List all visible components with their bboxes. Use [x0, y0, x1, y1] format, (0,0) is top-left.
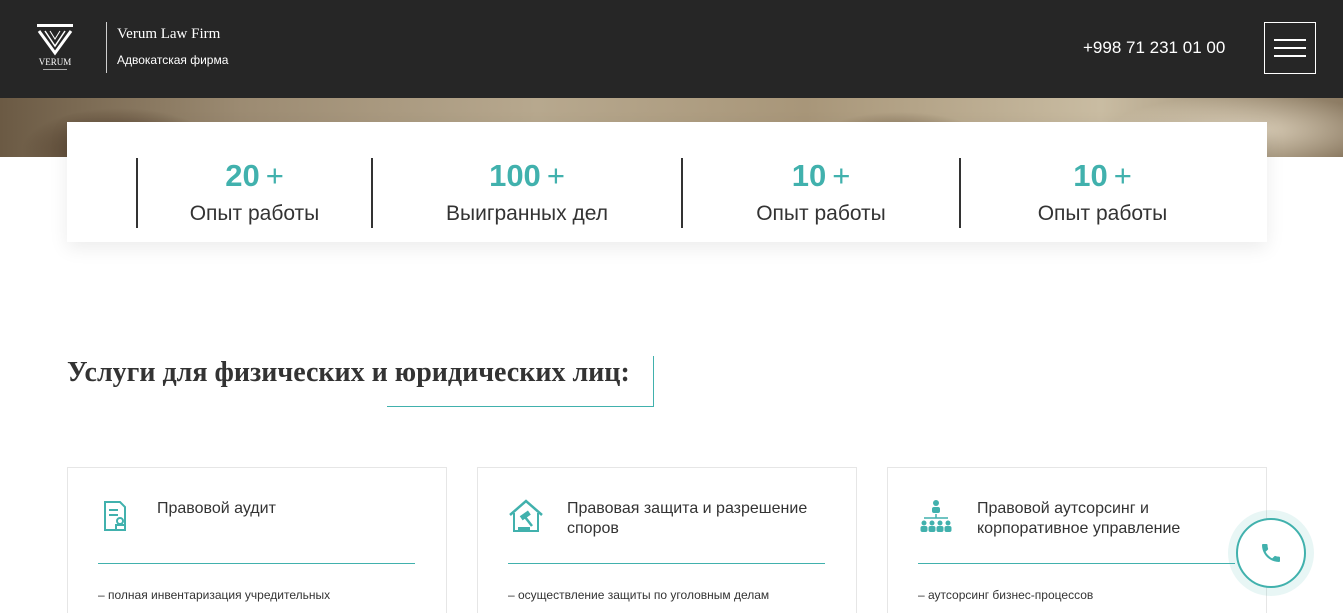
service-card-audit[interactable]: Правовой аудит – полная инвентаризация у…: [67, 467, 447, 613]
logo[interactable]: VERUM: [33, 22, 77, 74]
stat-suffix: +: [832, 158, 851, 193]
gavel-house-icon: [509, 499, 543, 532]
service-card-outsourcing[interactable]: Правовой аутсорсинг и корпоративное упра…: [887, 467, 1267, 613]
call-button[interactable]: [1228, 510, 1314, 596]
title-decoration: [653, 356, 654, 407]
stat-value: 100: [489, 158, 541, 193]
stat-suffix: +: [546, 158, 565, 193]
card-text: – полная инвентаризация учредительных: [98, 588, 331, 602]
stats-card: 20 + Опыт работы 100 + Выигранных дел 10 + …: [67, 122, 1267, 242]
stat-value: 20: [225, 158, 260, 193]
stat-label: Опыт работы: [756, 202, 886, 225]
logo-divider: [106, 22, 107, 73]
services-title: Услуги для физических и юридических лиц:: [67, 357, 630, 388]
card-title: Правовой аутсорсинг и корпоративное упра…: [977, 500, 1181, 537]
card-divider: [98, 563, 415, 564]
stat-item: 20 + Опыт работы: [136, 158, 371, 228]
logo-text: VERUM: [39, 57, 72, 67]
menu-button[interactable]: [1264, 22, 1316, 74]
stat-label: Выигранных дел: [446, 202, 608, 225]
stat-item: 10 + Опыт работы: [681, 158, 959, 228]
stat-item: 100 + Выигранных дел: [371, 158, 681, 228]
stat-value: 10: [791, 158, 827, 193]
stat-label: Опыт работы: [1037, 202, 1168, 225]
phone-icon: [1262, 544, 1280, 562]
hamburger-icon: [1274, 39, 1306, 41]
verum-logo-icon: VERUM: [37, 24, 73, 70]
card-text: – аутсорсинг бизнес-процессов: [918, 588, 1094, 602]
stat-suffix: +: [265, 158, 284, 193]
brand-name: Verum Law Firm: [117, 26, 221, 42]
org-structure-icon: [920, 500, 952, 532]
phone-link[interactable]: +998 71 231 01 00: [1083, 38, 1225, 58]
hamburger-icon-line: [1274, 47, 1306, 49]
brand-subtitle: Адвокатская фирма: [117, 53, 229, 67]
stat-number: 10 +: [961, 158, 1244, 194]
stat-number: 100 +: [373, 158, 681, 194]
document-audit-icon: [104, 501, 126, 531]
card-text: – осуществление защиты по уголовным дела…: [508, 588, 770, 602]
stat-suffix: +: [1113, 158, 1132, 193]
card-divider: [918, 563, 1235, 564]
service-card-defense[interactable]: Правовая защита и разрешение споров – ос…: [477, 467, 857, 613]
title-underline: [387, 406, 654, 407]
card-divider: [508, 563, 825, 564]
card-title: Правовая защита и разрешение споров: [567, 500, 808, 537]
call-button-inner: [1236, 518, 1306, 588]
site-header: VERUM Verum Law Firm Адвокатская фирма +…: [0, 0, 1343, 98]
stat-label: Опыт работы: [189, 202, 320, 225]
stat-item: 10 + Опыт работы: [959, 158, 1244, 228]
stat-value: 10: [1073, 158, 1108, 193]
hamburger-icon-line: [1274, 55, 1306, 57]
stat-number: 20 +: [138, 158, 371, 194]
card-title: Правовой аудит: [157, 500, 276, 517]
stat-number: 10 +: [683, 158, 959, 194]
